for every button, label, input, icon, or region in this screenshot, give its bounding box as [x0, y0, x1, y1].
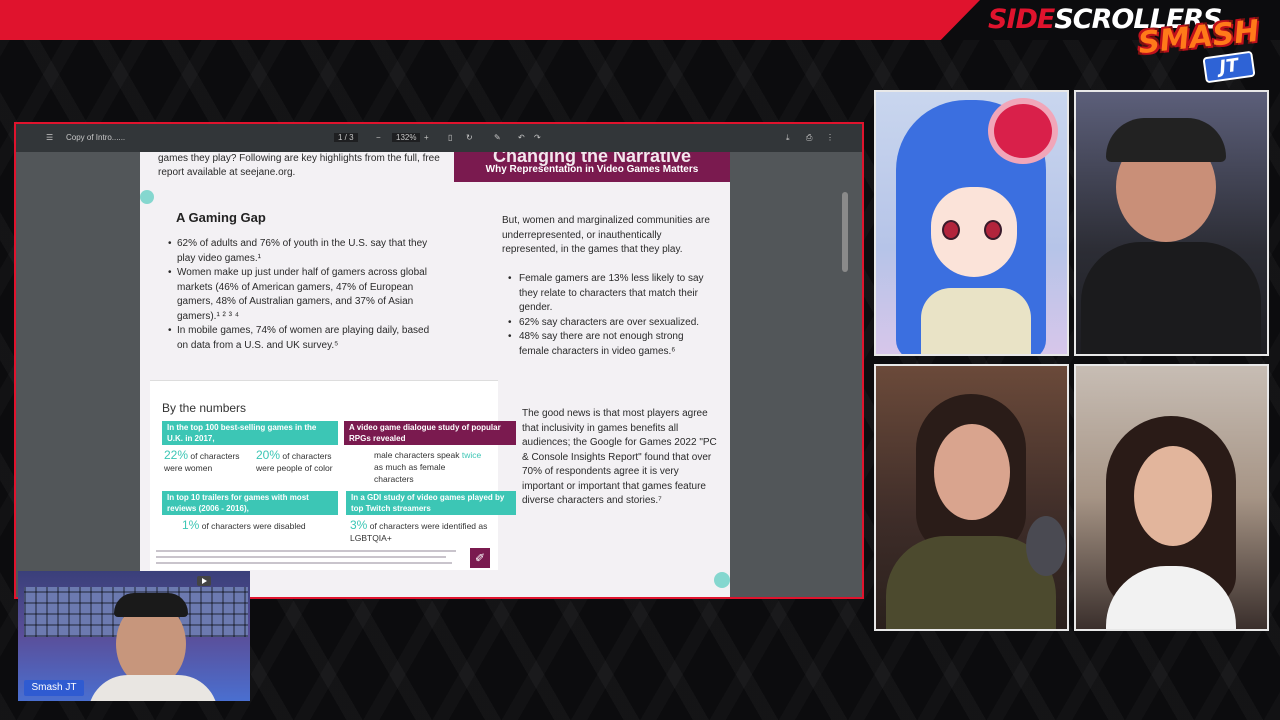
- vtuber-eye: [984, 220, 1002, 240]
- page-indicator[interactable]: 1 / 3: [334, 133, 358, 142]
- menu-icon[interactable]: ☰: [46, 133, 53, 142]
- stat-heading: A video game dialogue study of popular R…: [344, 421, 516, 445]
- person-hair: [114, 593, 188, 617]
- person-face: [1134, 446, 1212, 546]
- footnote-text: [156, 562, 452, 564]
- print-icon[interactable]: ⎙: [806, 133, 812, 143]
- more-options-icon[interactable]: ⋮: [826, 133, 834, 142]
- pdf-scrollbar[interactable]: [842, 192, 848, 272]
- stat-line: male characters speak twice as much as f…: [374, 450, 482, 484]
- guest-camera-2: [1074, 90, 1269, 356]
- guest-camera-vtuber: [874, 90, 1069, 356]
- guest-camera-3: [874, 364, 1069, 631]
- person-torso: [88, 675, 218, 701]
- footnote-text: [156, 556, 446, 558]
- person-torso: [1081, 242, 1261, 354]
- redo-icon[interactable]: ↷: [534, 133, 541, 142]
- undo-icon[interactable]: ↶: [518, 133, 525, 142]
- report-logo-icon: ✐: [470, 548, 490, 568]
- list-item: 48% say there are not enough strong fema…: [506, 330, 712, 359]
- intro-text: games they play? Following are key highl…: [158, 153, 440, 178]
- underrepresented-paragraph: But, women and marginalized communities …: [502, 215, 710, 255]
- good-news-paragraph: The good news is that most players agree…: [522, 408, 717, 506]
- screen-share-window: ☰ Copy of Intro...... 1 / 3 − 132% + ▯ ↻…: [14, 122, 864, 599]
- gaming-gap-list: 62% of adults and 76% of youth in the U.…: [168, 237, 430, 353]
- pdf-toolbar: ☰ Copy of Intro...... 1 / 3 − 132% + ▯ ↻…: [16, 124, 862, 152]
- stat-line: 3% of characters were identified as LGBT…: [350, 518, 488, 543]
- top-red-stripe: [0, 0, 980, 40]
- zoom-out-icon[interactable]: −: [376, 133, 381, 142]
- numbers-title: By the numbers: [162, 401, 247, 415]
- vtuber-outfit: [921, 288, 1031, 354]
- microphone: [1026, 516, 1066, 576]
- list-item: Women make up just under half of gamers …: [168, 266, 430, 324]
- youtube-icon: [197, 576, 211, 586]
- decorative-circle: [714, 572, 730, 588]
- footnote-text: [156, 550, 456, 552]
- stat-heading: In the top 100 best-selling games in the…: [162, 421, 338, 445]
- banner-title: Changing the Narrative: [492, 152, 692, 166]
- stat-line: 20% of characters were people of color: [256, 448, 333, 473]
- list-item: 62% of adults and 76% of youth in the U.…: [168, 237, 430, 266]
- document-title: Copy of Intro......: [66, 133, 126, 142]
- list-item: In mobile games, 74% of women are playin…: [168, 324, 430, 353]
- gaming-gap-title: A Gaming Gap: [176, 210, 266, 225]
- stat-heading: In top 10 trailers for games with most r…: [162, 491, 338, 515]
- stat-line: 1% of characters were disabled: [182, 518, 306, 532]
- stat-line: 22% of characters were women: [164, 448, 240, 473]
- vtuber-flower: [994, 104, 1052, 158]
- vtuber-eye: [942, 220, 960, 240]
- pdf-page: games they play? Following are key highl…: [140, 152, 730, 597]
- smash-jt-logo: SMASH JT: [1134, 14, 1264, 84]
- stat-heading: In a GDI study of video games played by …: [346, 491, 516, 515]
- underrepresented-list: Female gamers are 13% less likely to say…: [506, 272, 712, 359]
- pdf-viewer[interactable]: games they play? Following are key highl…: [16, 152, 862, 597]
- list-item: Female gamers are 13% less likely to say…: [506, 272, 712, 316]
- zoom-in-icon[interactable]: +: [424, 133, 429, 142]
- decorative-circle: [140, 190, 154, 204]
- highlight-icon[interactable]: ✎: [494, 133, 501, 142]
- rotate-icon[interactable]: ↻: [466, 133, 473, 142]
- list-item: 62% say characters are over sexualized.: [506, 316, 712, 331]
- fit-page-icon[interactable]: ▯: [448, 133, 452, 142]
- cap: [1106, 118, 1226, 162]
- zoom-level[interactable]: 132%: [392, 133, 421, 142]
- host-name-tag: Smash JT: [24, 680, 84, 696]
- section-banner: Changing the Narrative Why Representatio…: [454, 152, 730, 182]
- guest-camera-4: [1074, 364, 1269, 631]
- by-the-numbers-box: By the numbers In the top 100 best-selli…: [150, 380, 516, 570]
- download-icon[interactable]: ⤓: [786, 133, 790, 143]
- person-face: [934, 424, 1010, 520]
